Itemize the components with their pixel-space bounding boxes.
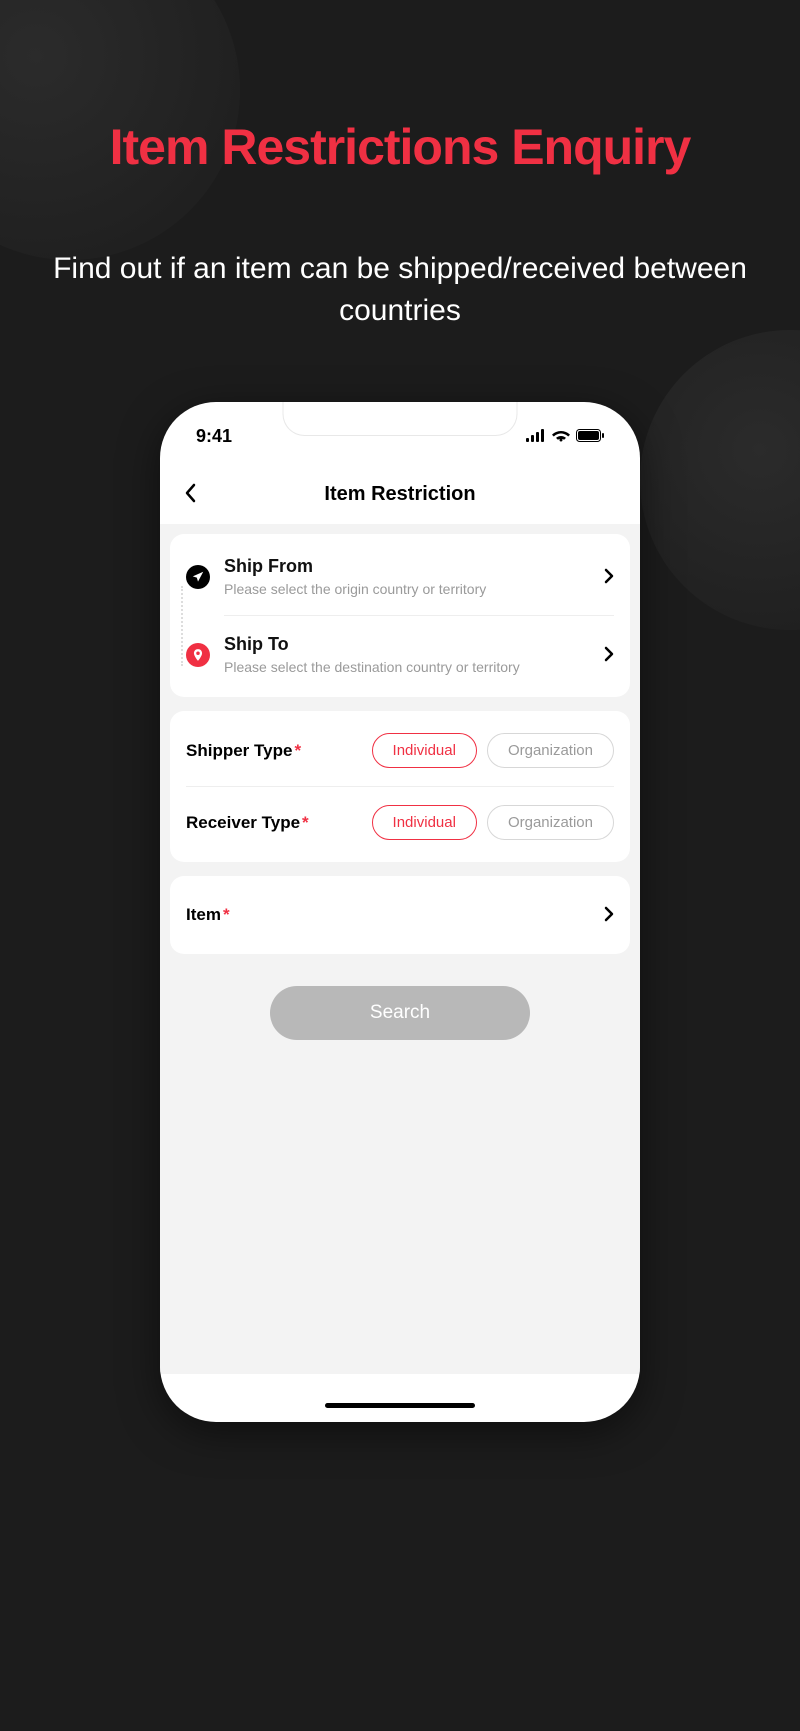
- chevron-right-icon: [604, 902, 614, 928]
- type-card: Shipper Type* Individual Organization Re…: [170, 711, 630, 862]
- battery-icon: [576, 426, 604, 447]
- content-area: Ship From Please select the origin count…: [160, 524, 640, 1374]
- background-circle: [640, 330, 800, 630]
- required-marker: *: [223, 905, 230, 924]
- shipper-type-organization[interactable]: Organization: [487, 733, 614, 768]
- home-indicator: [325, 1403, 475, 1408]
- search-button[interactable]: Search: [270, 986, 530, 1040]
- nav-title: Item Restriction: [180, 483, 620, 506]
- receiver-type-organization[interactable]: Organization: [487, 805, 614, 840]
- signal-icon: [526, 426, 546, 447]
- required-marker: *: [294, 741, 301, 760]
- item-label: Item*: [186, 905, 230, 925]
- receiver-type-individual[interactable]: Individual: [372, 805, 477, 840]
- promo-subtitle: Find out if an item can be shipped/recei…: [0, 248, 800, 332]
- ship-from-label: Ship From: [224, 556, 604, 577]
- phone-frame: 9:41 Item Restriction: [160, 402, 640, 1422]
- chevron-right-icon: [604, 642, 614, 668]
- ship-from-row[interactable]: Ship From Please select the origin count…: [186, 538, 614, 615]
- receiver-type-label: Receiver Type*: [186, 813, 309, 833]
- ship-to-label: Ship To: [224, 634, 604, 655]
- nav-bar: Item Restriction: [160, 455, 640, 524]
- shipper-type-individual[interactable]: Individual: [372, 733, 477, 768]
- receiver-type-row: Receiver Type* Individual Organization: [186, 787, 614, 858]
- chevron-right-icon: [604, 564, 614, 590]
- required-marker: *: [302, 813, 309, 832]
- item-card: Item*: [170, 876, 630, 954]
- status-time: 9:41: [196, 426, 232, 447]
- ship-to-row[interactable]: Ship To Please select the destination co…: [186, 616, 614, 693]
- phone-notch: [283, 402, 518, 436]
- wifi-icon: [552, 426, 570, 447]
- shipper-type-row: Shipper Type* Individual Organization: [186, 715, 614, 787]
- promo-title: Item Restrictions Enquiry: [0, 0, 800, 176]
- ship-to-placeholder: Please select the destination country or…: [224, 659, 604, 675]
- back-button[interactable]: [184, 479, 196, 510]
- shipper-type-label: Shipper Type*: [186, 741, 301, 761]
- ship-card: Ship From Please select the origin count…: [170, 534, 630, 697]
- ship-to-icon: [186, 643, 210, 667]
- ship-from-icon: [186, 565, 210, 589]
- chevron-left-icon: [184, 483, 196, 503]
- item-row[interactable]: Item*: [186, 880, 614, 950]
- route-connector: [181, 586, 183, 666]
- ship-from-placeholder: Please select the origin country or terr…: [224, 581, 604, 597]
